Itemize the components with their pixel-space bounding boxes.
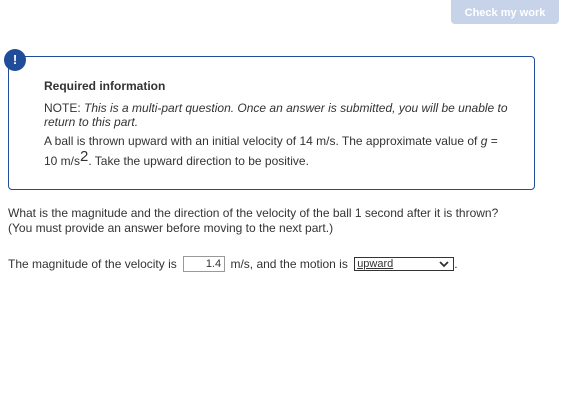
note-text: NOTE: This is a multi-part question. Onc… — [44, 101, 514, 129]
answer-suffix: . — [454, 256, 458, 271]
problem-part-a: A ball is thrown upward with an initial … — [44, 134, 478, 148]
page: Check my work ! Required information NOT… — [0, 0, 574, 404]
velocity-magnitude-input[interactable] — [183, 255, 226, 272]
chevron-down-icon — [439, 261, 449, 268]
answer-prefix: The magnitude of the velocity is — [8, 256, 177, 271]
problem-statement: A ball is thrown upward with an initial … — [44, 131, 514, 171]
direction-select[interactable]: upward — [354, 256, 455, 271]
required-information-title: Required information — [44, 79, 166, 93]
question-text: What is the magnitude and the direction … — [8, 206, 499, 235]
check-my-work-button[interactable]: Check my work — [451, 0, 559, 24]
answer-row: The magnitude of the velocity is m/s, an… — [8, 255, 458, 272]
exclamation-circle-icon: ! — [4, 49, 26, 71]
answer-middle: m/s, and the motion is — [230, 256, 348, 271]
note-prefix: NOTE: — [44, 101, 81, 115]
note-italic: This is a multi-part question. Once an a… — [44, 101, 508, 129]
direction-selected-value: upward — [357, 257, 394, 270]
gravity-variable: g — [480, 134, 488, 148]
problem-part-c: . Take the upward direction to be positi… — [88, 154, 309, 168]
